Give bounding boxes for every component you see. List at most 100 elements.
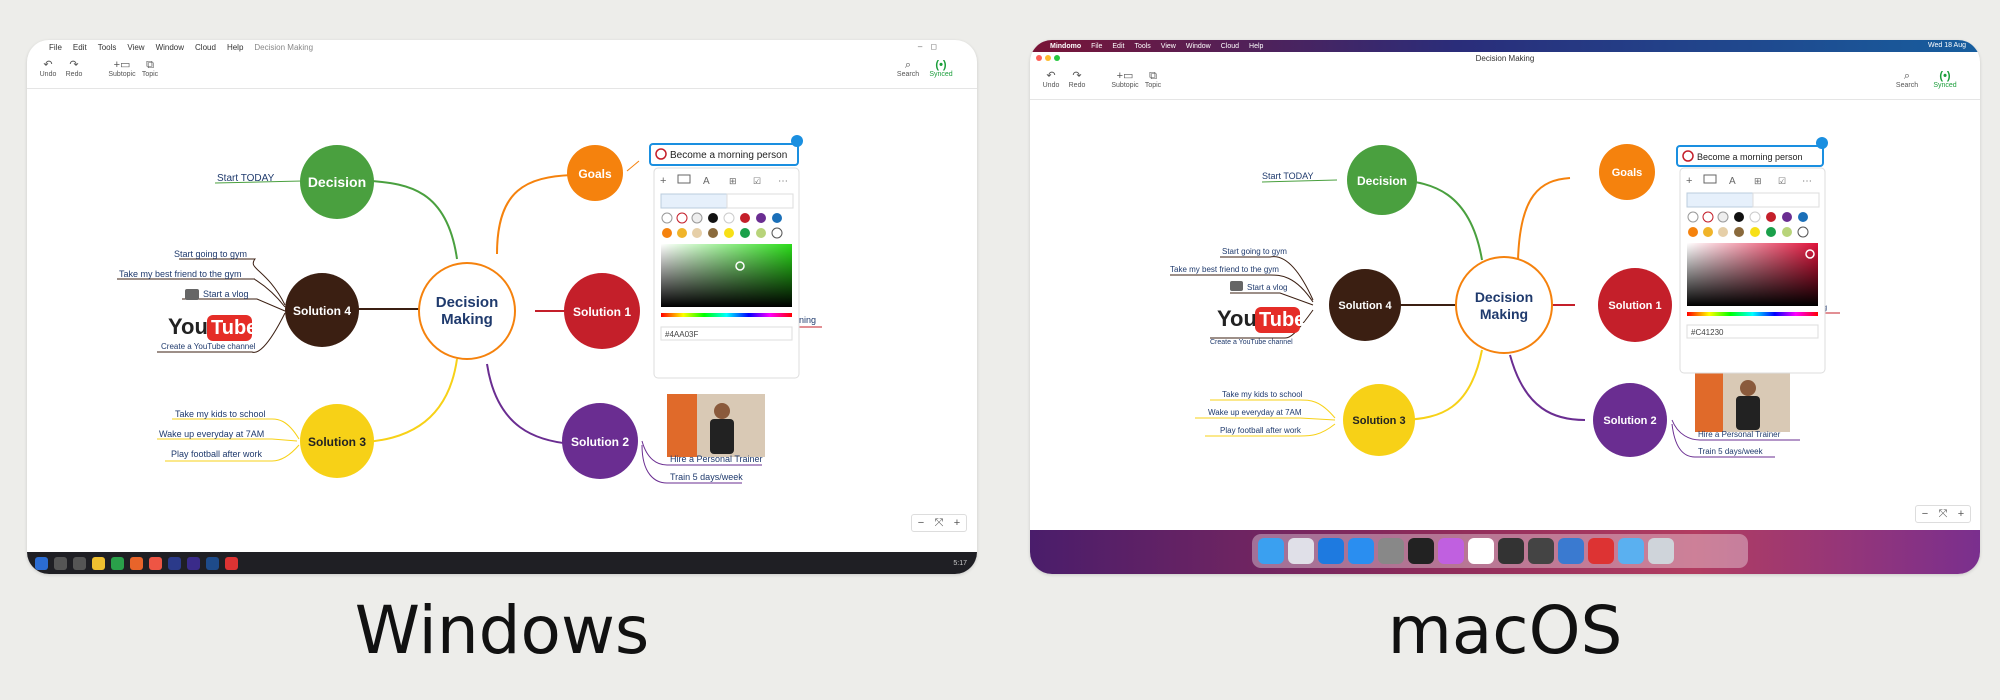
label-vlog[interactable]: Start a vlog xyxy=(203,289,249,299)
mindomo-dock-icon[interactable] xyxy=(1588,538,1614,564)
mac-menu-help[interactable]: Help xyxy=(1249,43,1263,50)
mac-label-vlog[interactable]: Start a vlog xyxy=(1247,283,1287,292)
mac-label-gym[interactable]: Start going to gym xyxy=(1222,247,1287,256)
text-icon[interactable]: A xyxy=(703,176,710,187)
trash-icon[interactable] xyxy=(1648,538,1674,564)
mac-label-trainer[interactable]: Hire a Personal Trainer xyxy=(1698,430,1781,439)
mac-more-icon[interactable]: ⋯ xyxy=(1802,176,1812,187)
label-wake[interactable]: Wake up everyday at 7AM xyxy=(159,429,264,439)
github-icon[interactable] xyxy=(1498,538,1524,564)
redo-button[interactable]: ↷ Redo xyxy=(57,59,91,78)
mac-selection-handle[interactable] xyxy=(1816,137,1828,149)
menu-file[interactable]: File xyxy=(49,43,62,52)
menu-edit[interactable]: Edit xyxy=(73,43,87,52)
mac-menu-edit[interactable]: Edit xyxy=(1112,43,1124,50)
synced-status[interactable]: (•) Synced xyxy=(924,59,958,78)
safari-icon[interactable] xyxy=(1318,538,1344,564)
photoshop-icon[interactable] xyxy=(206,556,219,570)
mac-label-start-today[interactable]: Start TODAY xyxy=(1262,171,1314,181)
label-trainer[interactable]: Hire a Personal Trainer xyxy=(670,454,763,464)
mac-menu-window[interactable]: Window xyxy=(1186,43,1211,50)
downloads-icon[interactable] xyxy=(1618,538,1644,564)
mindomo-taskbar-icon[interactable] xyxy=(225,556,238,570)
xcode-icon[interactable] xyxy=(1558,538,1584,564)
mac-label-train[interactable]: Train 5 days/week xyxy=(1698,447,1764,456)
mac-selected-topic[interactable]: Become a morning person xyxy=(1676,137,1828,167)
zoom-in-button[interactable]: + xyxy=(948,515,966,531)
label-train[interactable]: Train 5 days/week xyxy=(670,472,743,482)
menu-window[interactable]: Window xyxy=(156,43,184,52)
mindmap-canvas[interactable]: Decision Solution 4 Solution 3 Decision … xyxy=(27,89,977,549)
mac-label-youtube-channel[interactable]: Create a YouTube channel xyxy=(1210,339,1293,346)
mac-task-icon[interactable]: ☑ xyxy=(1778,176,1786,186)
mac-zoom-out-button[interactable]: − xyxy=(1916,506,1934,522)
window-controls[interactable]: –◻ xyxy=(918,42,945,51)
label-start-today[interactable]: Start TODAY xyxy=(217,173,275,184)
menu-tools[interactable]: Tools xyxy=(98,43,117,52)
mac-search-button[interactable]: ⌕ Search xyxy=(1890,70,1924,89)
mac-app-menu[interactable]: Mindomo xyxy=(1050,43,1081,50)
topic-button[interactable]: ⧉ Topic xyxy=(133,59,167,78)
label-friend[interactable]: Take my best friend to the gym xyxy=(119,269,242,279)
settings-icon[interactable] xyxy=(1378,538,1404,564)
excel-icon[interactable] xyxy=(111,556,124,570)
label-kids[interactable]: Take my kids to school xyxy=(175,409,266,419)
more-icon[interactable]: ⋯ xyxy=(778,176,788,187)
chrome-dock-icon[interactable] xyxy=(1468,538,1494,564)
mac-menu-file[interactable]: File xyxy=(1091,43,1102,50)
mac-border-tab[interactable] xyxy=(1752,192,1820,208)
start-icon[interactable] xyxy=(35,556,48,570)
hex-value[interactable]: #4AA03F xyxy=(665,330,698,339)
firefox-icon[interactable] xyxy=(130,556,143,570)
mac-menu-view[interactable]: View xyxy=(1161,43,1176,50)
hue-slider[interactable] xyxy=(661,313,792,317)
add-icon[interactable]: + xyxy=(660,175,666,187)
selection-handle[interactable] xyxy=(791,135,803,147)
menu-help[interactable]: Help xyxy=(227,43,243,52)
label-gym[interactable]: Start going to gym xyxy=(174,249,247,259)
mac-label-wake[interactable]: Wake up everyday at 7AM xyxy=(1208,408,1302,417)
aftereffects-icon[interactable] xyxy=(187,556,200,570)
mac-fit-button[interactable]: ⤧ xyxy=(1934,506,1952,522)
taskview-icon[interactable] xyxy=(73,556,86,570)
mac-label-kids[interactable]: Take my kids to school xyxy=(1222,390,1303,399)
explorer-icon[interactable] xyxy=(92,556,105,570)
mac-synced-status[interactable]: (•) Synced xyxy=(1928,70,1962,89)
search-taskbar-icon[interactable] xyxy=(54,556,67,570)
menu-view[interactable]: View xyxy=(127,43,144,52)
mac-menu-cloud[interactable]: Cloud xyxy=(1221,43,1239,50)
fit-button[interactable]: ⤧ xyxy=(930,515,948,531)
mac-text-icon[interactable]: A xyxy=(1729,176,1736,187)
flower-app-icon[interactable] xyxy=(1438,538,1464,564)
mac-structure-icon[interactable]: ⊞ xyxy=(1754,176,1762,186)
task-icon[interactable]: ☑ xyxy=(753,176,761,186)
border-tab[interactable] xyxy=(726,193,794,209)
structure-icon[interactable]: ⊞ xyxy=(729,176,737,186)
label-football[interactable]: Play football after work xyxy=(171,449,263,459)
mac-hex-value[interactable]: #C41230 xyxy=(1691,328,1724,337)
mac-label-friend[interactable]: Take my best friend to the gym xyxy=(1170,265,1279,274)
chrome-icon[interactable] xyxy=(149,556,162,570)
mac-zoom-in-button[interactable]: + xyxy=(1952,506,1970,522)
label-youtube-channel[interactable]: Create a YouTube channel xyxy=(161,342,256,351)
app-icon[interactable] xyxy=(1528,538,1554,564)
terminal-icon[interactable] xyxy=(1408,538,1434,564)
premiere-icon[interactable] xyxy=(168,556,181,570)
label-morning-person[interactable]: Become a morning person xyxy=(670,150,787,161)
mac-label-football[interactable]: Play football after work xyxy=(1220,426,1302,435)
mac-topic-button[interactable]: ⧉ Topic xyxy=(1136,70,1170,89)
mac-fill-tab[interactable] xyxy=(1686,192,1754,208)
mac-add-icon[interactable]: + xyxy=(1686,175,1692,187)
mac-label-morning-person[interactable]: Become a morning person xyxy=(1697,152,1803,162)
zoom-out-button[interactable]: − xyxy=(912,515,930,531)
fill-tab[interactable] xyxy=(660,193,728,209)
mac-redo-button[interactable]: ↷ Redo xyxy=(1060,70,1094,89)
mac-menu-tools[interactable]: Tools xyxy=(1134,43,1150,50)
search-button[interactable]: ⌕ Search xyxy=(891,59,925,78)
mac-node-central[interactable] xyxy=(1455,256,1553,354)
appstore-icon[interactable] xyxy=(1348,538,1374,564)
mac-mindmap-canvas[interactable]: Decision Solution 4 Solution 3 Decision … xyxy=(1030,100,1980,515)
selected-topic[interactable]: Become a morning person xyxy=(649,135,803,166)
menu-cloud[interactable]: Cloud xyxy=(195,43,216,52)
mac-hue-slider[interactable] xyxy=(1687,312,1818,316)
